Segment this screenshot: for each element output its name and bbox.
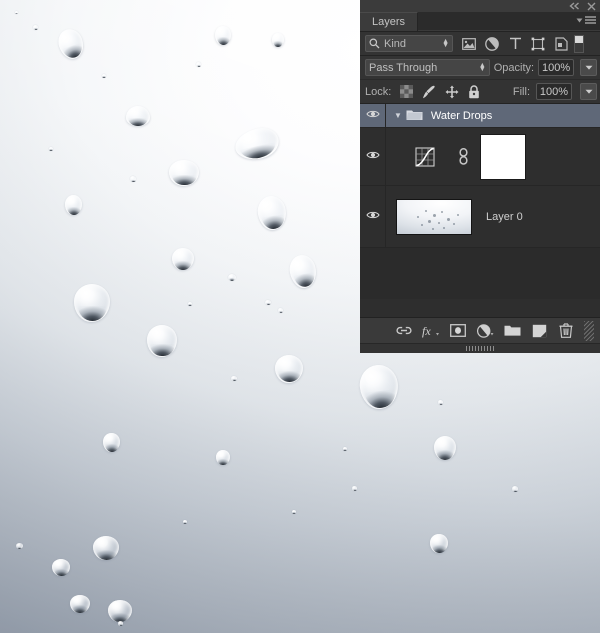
water-droplet: [126, 106, 150, 126]
water-droplet: [231, 376, 237, 381]
lock-transparent-pixels-icon[interactable]: [400, 85, 413, 98]
layer-row-body: [386, 128, 600, 185]
opacity-chevron-down-icon[interactable]: [580, 59, 597, 76]
link-layers-button[interactable]: [393, 320, 415, 342]
tab-layers[interactable]: Layers: [360, 12, 418, 31]
layer-name: Layer 0: [486, 211, 523, 223]
panel-resize-grip[interactable]: [466, 346, 494, 351]
filter-kind-select[interactable]: Kind ▲▼: [365, 35, 453, 52]
opacity-input[interactable]: 100%: [538, 59, 574, 76]
panel-menu-icon[interactable]: [576, 16, 596, 25]
layer-visibility-cell: [360, 104, 386, 127]
layer-list-empty-area: [360, 248, 600, 299]
blend-mode-stepper[interactable]: ▲▼: [479, 64, 486, 72]
panel-tab-bar: Layers: [360, 12, 600, 32]
tab-bar-filler: [418, 12, 600, 31]
layers-panel: Layers Kind ▲▼: [360, 0, 600, 352]
eye-icon[interactable]: [366, 210, 380, 223]
water-droplet: [188, 302, 192, 306]
new-group-button[interactable]: [501, 320, 523, 342]
water-droplet: [49, 147, 53, 151]
close-icon[interactable]: [587, 2, 596, 11]
water-droplet: [65, 195, 82, 215]
layer-filter-row: Kind ▲▼: [360, 32, 600, 56]
group-expand-chevron-down-icon[interactable]: ▼: [394, 111, 402, 120]
filter-icon-group: [459, 34, 571, 54]
blend-mode-value: Pass Through: [369, 62, 479, 74]
layer-list: ▼ Water Drops: [360, 104, 600, 317]
water-droplet: [352, 486, 357, 491]
eye-icon[interactable]: [366, 150, 380, 163]
water-droplet: [215, 26, 231, 45]
layer-name: Water Drops: [431, 110, 492, 122]
water-droplet: [15, 11, 18, 14]
folder-icon: [406, 108, 423, 124]
layer-mask-thumbnail[interactable]: [480, 134, 526, 180]
layer-style-fx-button[interactable]: fx: [420, 320, 442, 342]
curves-adjustment-icon[interactable]: [412, 147, 438, 167]
filter-pixel-layers-icon[interactable]: [459, 34, 479, 54]
water-droplet: [292, 510, 296, 514]
lock-all-icon[interactable]: [468, 85, 480, 99]
water-droplet: [33, 25, 38, 30]
filter-type-layers-icon[interactable]: [505, 34, 525, 54]
collapse-double-chevron-icon[interactable]: [569, 2, 580, 10]
water-droplet: [512, 486, 518, 492]
water-droplet: [183, 520, 187, 524]
layer-row-body: Layer 0: [386, 186, 600, 247]
lock-position-icon[interactable]: [445, 85, 459, 99]
panel-window-bar: [360, 0, 600, 12]
layer-row-body: ▼ Water Drops: [386, 104, 600, 127]
water-droplet: [343, 447, 347, 451]
search-icon: [369, 38, 380, 49]
filter-adjustment-layers-icon[interactable]: [482, 34, 502, 54]
lock-row: Lock: Fill: 100%: [360, 80, 600, 104]
filter-kind-label: Kind: [384, 38, 438, 50]
layer-row-water-drops[interactable]: ▼ Water Drops: [360, 104, 600, 128]
filter-smart-object-icon[interactable]: [551, 34, 571, 54]
eye-icon[interactable]: [366, 109, 380, 122]
lock-image-pixels-icon[interactable]: [422, 85, 436, 99]
layer-row-curves-adjustment[interactable]: [360, 128, 600, 186]
blend-mode-select[interactable]: Pass Through ▲▼: [365, 59, 490, 76]
layers-bottom-toolbar: fx: [360, 317, 600, 343]
layer-visibility-cell: [360, 128, 386, 185]
fill-label: Fill:: [513, 86, 530, 98]
layer-row-layer-0[interactable]: Layer 0: [360, 186, 600, 248]
new-layer-button[interactable]: [528, 320, 550, 342]
layer-visibility-cell: [360, 186, 386, 247]
water-droplet: [265, 300, 271, 305]
water-droplet: [103, 433, 120, 452]
new-adjustment-layer-button[interactable]: [474, 320, 496, 342]
filter-kind-stepper[interactable]: ▲▼: [442, 40, 449, 48]
filter-enable-toggle[interactable]: [574, 35, 584, 53]
water-droplet: [118, 621, 123, 626]
lock-icon-group: [400, 85, 480, 99]
blend-mode-row: Pass Through ▲▼ Opacity: 100%: [360, 56, 600, 80]
delete-layer-button[interactable]: [555, 320, 577, 342]
svg-text:fx: fx: [422, 324, 431, 338]
layer-thumbnail[interactable]: [396, 199, 472, 235]
filter-shape-layers-icon[interactable]: [528, 34, 548, 54]
water-droplet: [196, 62, 201, 67]
opacity-label: Opacity:: [494, 62, 534, 74]
fill-input[interactable]: 100%: [536, 83, 572, 100]
lock-label: Lock:: [365, 86, 391, 98]
panel-resize-grip-bar[interactable]: [360, 343, 600, 353]
water-droplet: [130, 176, 136, 182]
layer-mask-link-icon[interactable]: [452, 148, 474, 165]
panel-resize-nub[interactable]: [584, 321, 594, 341]
fill-chevron-down-icon[interactable]: [580, 83, 597, 100]
add-layer-mask-button[interactable]: [447, 320, 469, 342]
water-droplet: [102, 74, 106, 78]
water-droplet: [438, 400, 443, 405]
water-droplet: [52, 559, 70, 576]
tab-layers-label: Layers: [372, 16, 405, 28]
water-droplet: [278, 308, 283, 313]
water-droplet: [430, 534, 448, 553]
